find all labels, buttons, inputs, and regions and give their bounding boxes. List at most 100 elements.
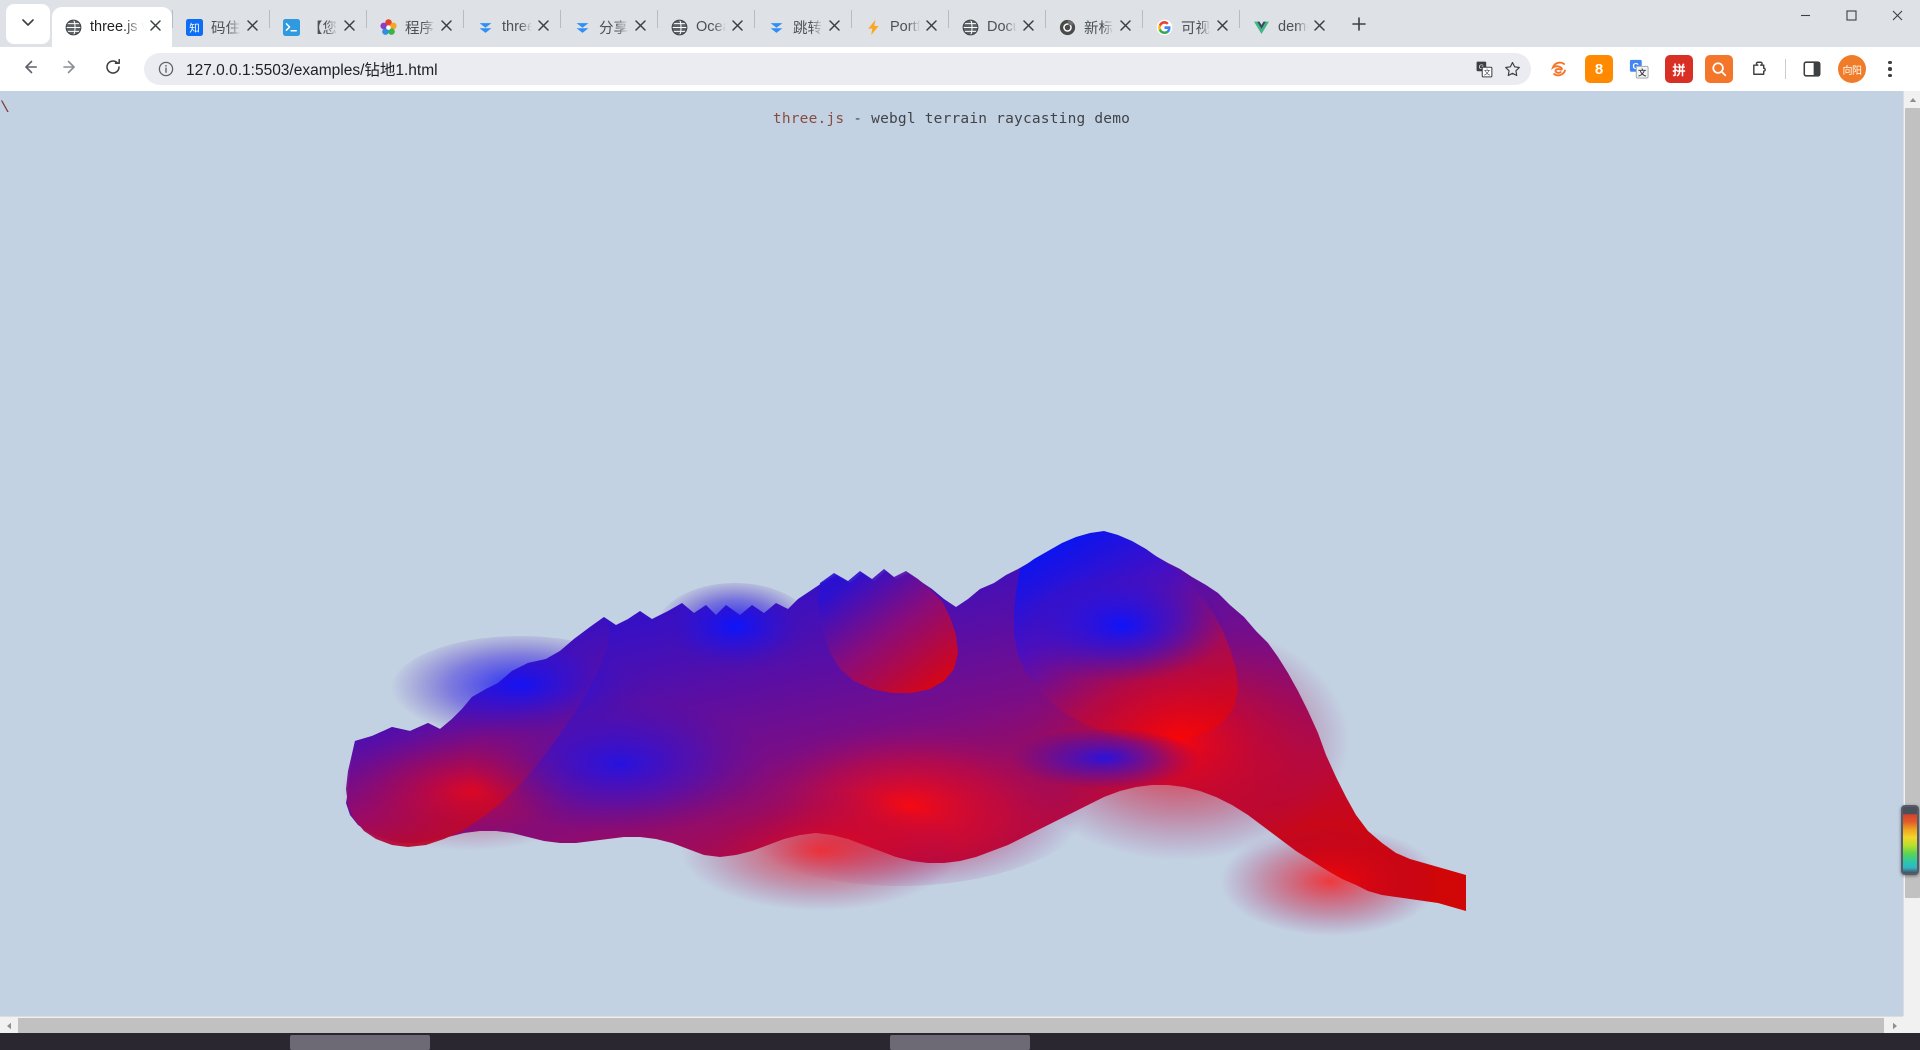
chevrons-down-icon bbox=[573, 18, 591, 36]
terrain-canvas[interactable] bbox=[0, 91, 1903, 1033]
browser-tab[interactable]: 【您有 bbox=[270, 7, 366, 47]
minimize-icon bbox=[1800, 8, 1811, 26]
scrollbar-corner bbox=[1903, 1016, 1920, 1033]
maximize-icon bbox=[1845, 8, 1857, 26]
tab-search-button[interactable] bbox=[6, 4, 50, 44]
gradient-color-legend[interactable] bbox=[1901, 805, 1919, 875]
browser-tab[interactable]: Portfo bbox=[852, 7, 948, 47]
tab-close-button[interactable] bbox=[144, 16, 166, 38]
webgl-demo-page: \ three.js - webgl terrain raycasting de… bbox=[0, 91, 1903, 1033]
vertical-scroll-thumb[interactable] bbox=[1905, 108, 1920, 898]
side-panel-button[interactable] bbox=[1798, 55, 1826, 83]
extension-eight-badge[interactable]: 8 bbox=[1585, 55, 1613, 83]
tab-close-button[interactable] bbox=[435, 16, 457, 38]
tab-title: Portfo bbox=[890, 19, 920, 35]
svg-text:文: 文 bbox=[1638, 68, 1647, 78]
os-taskbar bbox=[0, 1033, 1920, 1050]
tab-close-button[interactable] bbox=[726, 16, 748, 38]
window-maximize-button[interactable] bbox=[1828, 0, 1874, 34]
toolbar-divider bbox=[1785, 59, 1786, 79]
svg-text:知: 知 bbox=[189, 21, 200, 34]
close-icon bbox=[440, 18, 452, 36]
globe-icon bbox=[961, 18, 979, 36]
browser-tab[interactable]: Ocean bbox=[658, 7, 754, 47]
url-text[interactable]: 127.0.0.1:5503/examples/钻地1.html bbox=[186, 58, 1469, 80]
extensions-puzzle-button[interactable] bbox=[1745, 55, 1773, 83]
forward-button[interactable] bbox=[54, 52, 88, 86]
scroll-right-arrow[interactable] bbox=[1886, 1017, 1903, 1034]
browser-tab[interactable]: 跳转到 bbox=[755, 7, 851, 47]
tab-close-button[interactable] bbox=[1017, 16, 1039, 38]
globe-icon bbox=[670, 18, 688, 36]
tab-close-button[interactable] bbox=[629, 16, 651, 38]
terrain-blue-peak-right bbox=[1017, 573, 1227, 689]
taskbar-item[interactable] bbox=[890, 1035, 1030, 1050]
google-icon bbox=[1155, 18, 1173, 36]
extension-search[interactable] bbox=[1705, 55, 1733, 83]
eight-glyph: 8 bbox=[1594, 60, 1604, 78]
new-tab-button[interactable] bbox=[1342, 9, 1376, 43]
close-icon bbox=[1892, 8, 1903, 26]
browser-tab[interactable]: Docum bbox=[949, 7, 1045, 47]
extension-pinyin[interactable]: 拼 bbox=[1665, 55, 1693, 83]
vertical-scrollbar[interactable] bbox=[1901, 91, 1920, 1033]
extension-google-translate[interactable]: G 文 bbox=[1625, 55, 1653, 83]
browser-tab[interactable]: 可视化 bbox=[1143, 7, 1239, 47]
translate-icon[interactable]: G 文 bbox=[1471, 56, 1497, 82]
browser-tab[interactable]: three.j bbox=[464, 7, 560, 47]
browser-tab[interactable]: 分享1 bbox=[561, 7, 657, 47]
three-dots-icon bbox=[1888, 60, 1892, 65]
globe-icon bbox=[64, 18, 82, 36]
browser-tab[interactable]: 知码住7 bbox=[173, 7, 269, 47]
tab-close-button[interactable] bbox=[1211, 16, 1233, 38]
browser-tab-active[interactable]: three.js webgl - terrain raycasting bbox=[52, 7, 172, 47]
reload-button[interactable] bbox=[96, 52, 130, 86]
close-icon bbox=[1022, 18, 1034, 36]
browser-tab[interactable]: demo bbox=[1240, 7, 1336, 47]
browser-toolbar: 127.0.0.1:5503/examples/钻地1.html G 文 8 G… bbox=[0, 47, 1920, 91]
chevrons-down-icon bbox=[767, 18, 785, 36]
vue-icon bbox=[1252, 18, 1270, 36]
tab-close-button[interactable] bbox=[920, 16, 942, 38]
window-close-button[interactable] bbox=[1874, 0, 1920, 34]
bookmark-star-icon[interactable] bbox=[1499, 56, 1525, 82]
info-circle-icon[interactable] bbox=[156, 59, 176, 79]
close-icon bbox=[343, 18, 355, 36]
taskbar-item[interactable] bbox=[290, 1035, 430, 1050]
tab-close-button[interactable] bbox=[1308, 16, 1330, 38]
browser-tab[interactable]: 新标签 bbox=[1046, 7, 1142, 47]
profile-avatar[interactable]: 向阳 bbox=[1838, 55, 1866, 83]
close-icon bbox=[731, 18, 743, 36]
scroll-left-arrow[interactable] bbox=[0, 1017, 17, 1034]
horizontal-scroll-thumb[interactable] bbox=[18, 1018, 1884, 1033]
flower-icon bbox=[379, 18, 397, 36]
page-viewport: \ three.js - webgl terrain raycasting de… bbox=[0, 91, 1920, 1050]
tab-close-button[interactable] bbox=[338, 16, 360, 38]
window-controls bbox=[1782, 0, 1920, 47]
tab-title: 跳转到 bbox=[793, 20, 823, 37]
back-button[interactable] bbox=[12, 52, 46, 86]
tab-close-button[interactable] bbox=[241, 16, 263, 38]
plus-icon bbox=[1352, 16, 1366, 36]
close-icon bbox=[537, 18, 549, 36]
tab-close-button[interactable] bbox=[1114, 16, 1136, 38]
browser-tab[interactable]: 程序员 bbox=[367, 7, 463, 47]
scroll-up-arrow[interactable] bbox=[1904, 91, 1920, 108]
avatar-initials: 向阳 bbox=[1842, 65, 1863, 77]
tab-close-button[interactable] bbox=[532, 16, 554, 38]
chromium-icon bbox=[1058, 18, 1076, 36]
horizontal-scrollbar[interactable] bbox=[0, 1016, 1903, 1033]
window-minimize-button[interactable] bbox=[1782, 0, 1828, 34]
bolt-icon bbox=[864, 18, 882, 36]
tab-title: Ocean bbox=[696, 19, 726, 35]
address-bar[interactable]: 127.0.0.1:5503/examples/钻地1.html G 文 bbox=[144, 53, 1531, 85]
tab-close-button[interactable] bbox=[823, 16, 845, 38]
extension-sogou-input[interactable] bbox=[1545, 55, 1573, 83]
close-icon bbox=[925, 18, 937, 36]
tab-title: 可视化 bbox=[1181, 20, 1211, 37]
svg-text:文: 文 bbox=[1483, 67, 1490, 76]
tab-list: three.js webgl - terrain raycasting 知码住7 【… bbox=[52, 0, 1336, 47]
tab-title: 程序员 bbox=[405, 20, 435, 37]
tab-title: three.j bbox=[502, 19, 532, 35]
browser-menu-button[interactable] bbox=[1876, 55, 1904, 83]
